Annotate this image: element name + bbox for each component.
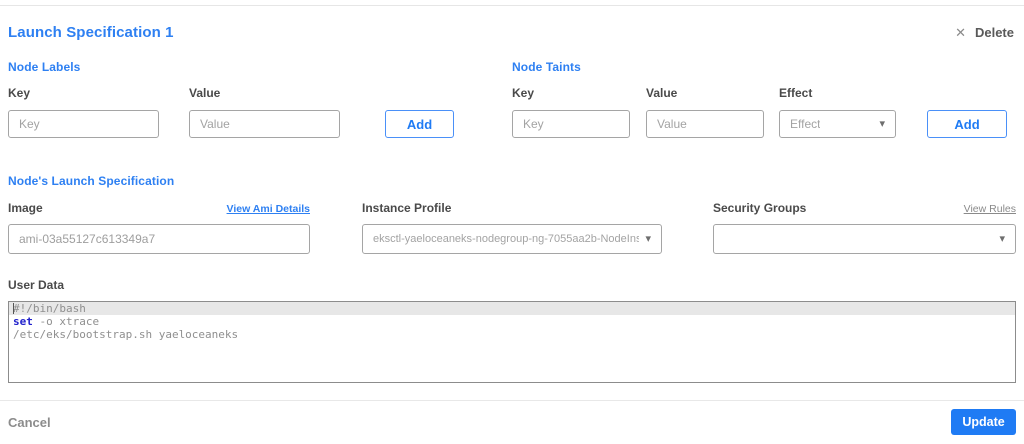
node-labels-heading: Node Labels [8,60,81,74]
node-taints-value-input[interactable] [646,110,764,138]
instance-profile-label: Instance Profile [362,201,452,215]
top-divider [0,5,1024,6]
instance-profile-field: Instance Profile eksctl-yaeloceaneks-nod… [362,201,662,254]
labels-taints-section: Node Labels Key Value Add Node Taints Ke… [8,60,1016,138]
node-taints-effect-placeholder: Effect [790,117,821,131]
node-labels-add-button[interactable]: Add [385,110,454,138]
user-data-label: User Data [8,278,65,292]
delete-button-label: Delete [974,24,1014,40]
page-title: Launch Specification 1 [8,23,174,41]
node-launch-spec-heading: Node's Launch Specification [8,174,175,188]
node-labels-key-field: Key [8,86,159,138]
node-taints-key-label: Key [512,86,535,100]
node-labels-fields-row: Key Value Add [8,86,454,138]
image-label-row: Image View Ami Details [8,201,310,215]
code-line: #!/bin/bash [9,302,1015,315]
code-line: set -o xtrace [13,315,100,328]
node-taints-effect-field: Effect Effect ▾ [779,86,896,138]
node-labels-value-field: Value [189,86,340,138]
user-data-section: User Data #!/bin/bash set -o xtrace/etc/e… [8,278,1016,383]
node-taints-add-button[interactable]: Add [927,110,1007,138]
chevron-down-icon: ▾ [645,232,651,245]
node-labels-key-input[interactable] [8,110,159,138]
node-taints-heading: Node Taints [512,60,581,74]
view-ami-details-link[interactable]: View Ami Details [227,203,310,215]
instance-profile-selected-value: eksctl-yaeloceaneks-nodegroup-ng-7055aa2… [373,233,640,245]
image-field: Image View Ami Details [8,201,310,254]
security-groups-label: Security Groups [713,201,807,215]
chevron-down-icon: ▾ [879,117,885,130]
node-labels-value-input[interactable] [189,110,340,138]
instance-profile-label-row: Instance Profile [362,201,662,215]
code-line: /etc/eks/bootstrap.sh yaeloceaneks [13,328,239,341]
node-taints-key-field: Key [512,86,630,138]
close-x-icon: ✕ [955,24,966,40]
node-taints-key-input[interactable] [512,110,630,138]
launch-specification-panel: Launch Specification 1 ✕ Delete Node Lab… [0,21,1024,383]
update-button[interactable]: Update [951,409,1016,435]
security-groups-select[interactable]: ▾ [713,224,1016,254]
node-labels-section: Node Labels Key Value Add [8,60,454,138]
security-groups-field: Security Groups View Rules ▾ [713,201,1016,254]
node-taints-fields-row: Key Value Effect Effect ▾ Add [512,86,1007,138]
node-launch-spec-section: Node's Launch Specification Image View A… [8,174,1016,254]
node-launch-spec-fields-row: Image View Ami Details Instance Profile … [8,201,1016,254]
footer-bar: Cancel Update [0,401,1024,435]
instance-profile-select[interactable]: eksctl-yaeloceaneks-nodegroup-ng-7055aa2… [362,224,662,254]
node-taints-effect-select[interactable]: Effect ▾ [779,110,896,138]
node-taints-value-label: Value [646,86,678,100]
chevron-down-icon: ▾ [999,232,1005,245]
security-groups-label-row: Security Groups View Rules [713,201,1016,215]
image-input[interactable] [8,224,310,254]
node-labels-value-label: Value [189,86,221,100]
image-label: Image [8,201,43,215]
cancel-button[interactable]: Cancel [8,415,51,430]
view-rules-link[interactable]: View Rules [964,203,1016,215]
user-data-editor[interactable]: #!/bin/bash set -o xtrace/etc/eks/bootstr… [8,301,1016,383]
node-taints-effect-label: Effect [779,86,813,100]
node-labels-key-label: Key [8,86,31,100]
node-taints-section: Node Taints Key Value Effect Effect ▾ [512,60,1007,138]
node-taints-value-field: Value [646,86,764,138]
panel-header: Launch Specification 1 ✕ Delete [8,21,1016,43]
delete-button[interactable]: ✕ Delete [955,25,1016,40]
